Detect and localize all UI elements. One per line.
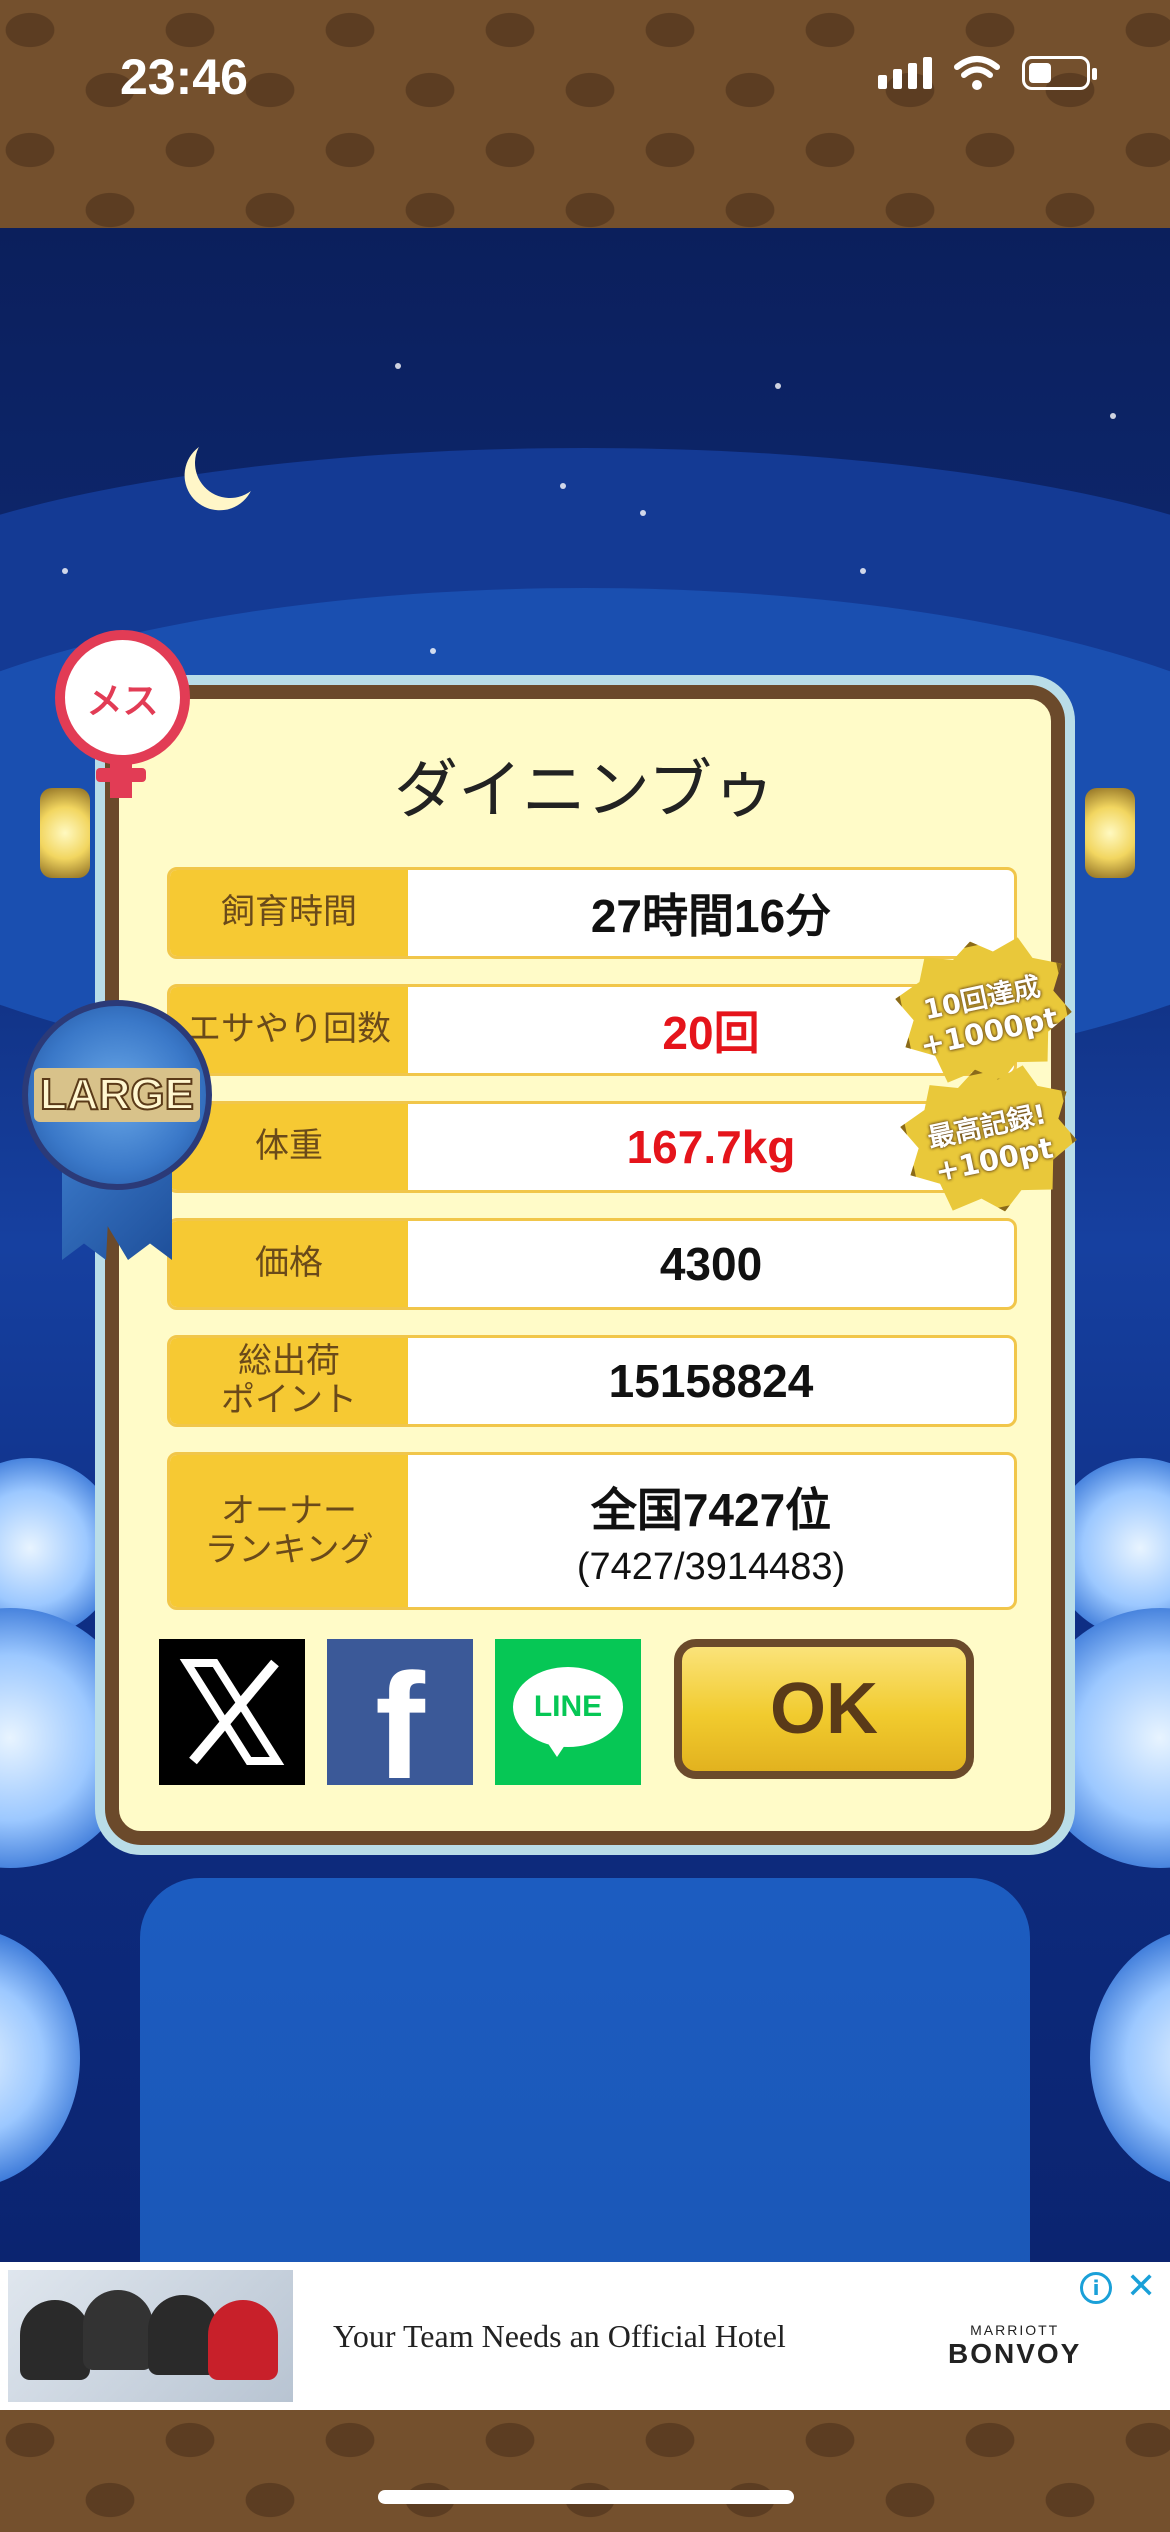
pet-name: ダイニンブゥ: [393, 754, 777, 828]
battery-icon: [1022, 56, 1097, 90]
result-dialog: ダイニンブゥ 飼育時間 27時間16分 エサやり回数 20回 体重 167.7k…: [105, 685, 1065, 1845]
ad-info-icon[interactable]: i: [1080, 2272, 1112, 2304]
row-label: 飼育時間: [170, 870, 408, 956]
row-value: 27時間16分: [590, 890, 832, 942]
row-value: 15158824: [608, 1355, 814, 1407]
ad-text: Your Team Needs an Official Hotel: [333, 2317, 786, 2354]
size-label: LARGE: [34, 1068, 200, 1122]
street-lamp-left: [40, 788, 90, 878]
row-label: 総出荷 ポイント: [170, 1338, 408, 1424]
ok-button[interactable]: OK: [674, 1639, 974, 1779]
ad-image: [8, 2270, 293, 2402]
row-label: オーナー ランキング: [170, 1455, 408, 1607]
x-logo-icon: [179, 1659, 285, 1765]
ad-banner[interactable]: Your Team Needs an Official Hotel MARRIO…: [0, 2262, 1170, 2410]
size-ribbon: LARGE: [22, 1000, 212, 1190]
facebook-logo-icon: f: [375, 1642, 425, 1810]
home-indicator[interactable]: [378, 2490, 794, 2504]
road: [140, 1878, 1030, 2263]
wifi-icon: [954, 56, 1000, 90]
row-feed-count: エサやり回数 20回: [167, 984, 1017, 1076]
row-breeding-time: 飼育時間 27時間16分: [167, 867, 1017, 959]
status-time: 23:46: [120, 49, 248, 105]
share-facebook-button[interactable]: f: [327, 1639, 473, 1801]
ranking-detail: (7427/3914483): [576, 1545, 846, 1588]
line-logo-icon: LINE: [513, 1667, 623, 1747]
row-value: 4300: [659, 1238, 763, 1290]
status-icons: [878, 55, 1097, 91]
bottom-bar: [0, 2410, 1170, 2532]
row-shipping-points: 総出荷 ポイント 15158824: [167, 1335, 1017, 1427]
share-x-button[interactable]: [159, 1639, 305, 1785]
ad-close-icon[interactable]: ✕: [1126, 2266, 1156, 2307]
status-bar: 23:46: [0, 0, 1170, 228]
share-line-button[interactable]: LINE: [495, 1639, 641, 1785]
row-weight: 体重 167.7kg: [167, 1101, 1017, 1193]
row-label: 価格: [170, 1221, 408, 1307]
cellular-signal-icon: [878, 57, 932, 89]
street-lamp-right: [1085, 788, 1135, 878]
female-badge: メス: [55, 630, 190, 765]
row-price: 価格 4300: [167, 1218, 1017, 1310]
ad-brand-logo: MARRIOTT BONVOY: [948, 2322, 1082, 2369]
row-owner-ranking: オーナー ランキング 全国7427位 (7427/3914483): [167, 1452, 1017, 1610]
row-value: 全国7427位 (7427/3914483): [576, 1483, 846, 1588]
